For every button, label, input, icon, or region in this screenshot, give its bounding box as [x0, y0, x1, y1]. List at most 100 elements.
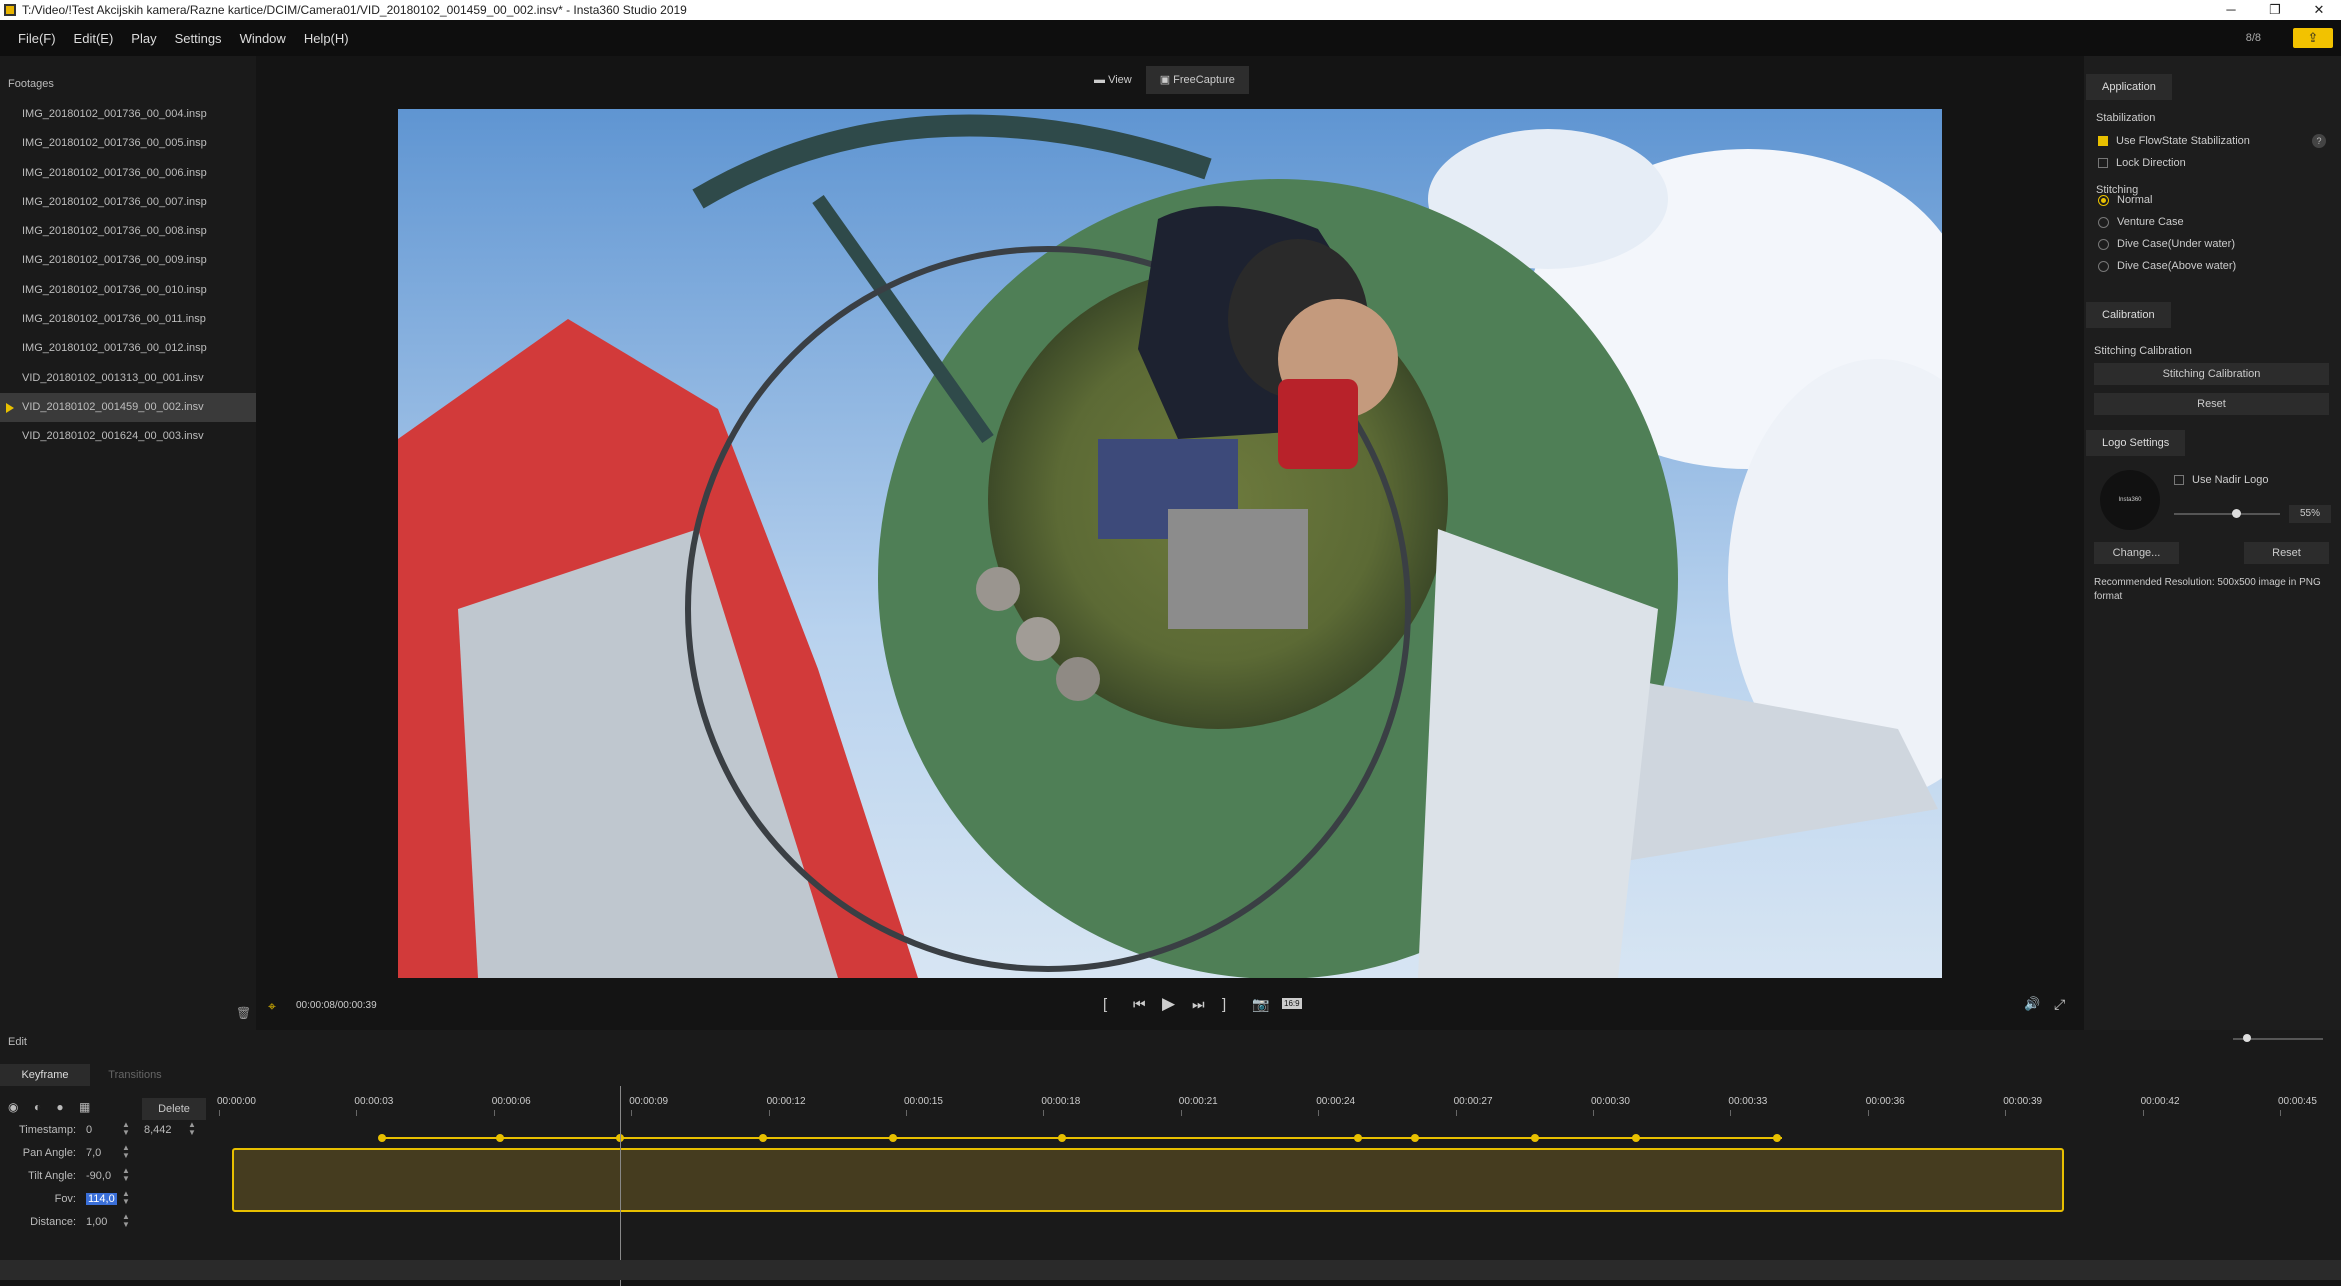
keyframe-marker[interactable]	[759, 1134, 767, 1142]
change-logo-button[interactable]: Change...	[2094, 542, 2179, 564]
timestamp-label: Timestamp:	[18, 1124, 76, 1136]
view-tabs: ▬ View ▣ FreeCapture	[1080, 66, 1249, 94]
fullscreen-icon[interactable]: ⤢	[2054, 996, 2065, 1013]
grid-icon[interactable]: ▦	[79, 1100, 90, 1114]
timestamp-spinner[interactable]: ▲ ▼	[122, 1121, 130, 1137]
footage-item[interactable]: IMG_20180102_001736_00_006.insp	[0, 159, 256, 188]
footage-name: IMG_20180102_001736_00_009.insp	[22, 254, 207, 267]
nadir-logo-checkbox[interactable]	[2174, 475, 2184, 486]
keyframe-marker[interactable]	[889, 1134, 897, 1142]
keyframe-marker[interactable]	[1632, 1134, 1640, 1142]
logo-opacity-knob[interactable]	[2232, 509, 2242, 518]
footage-item[interactable]: IMG_20180102_001736_00_004.insp	[0, 100, 256, 129]
timeline[interactable]: 00:00:00 00:00:03 00:00:06 00:00:09 00:00:12…	[212, 1086, 2341, 1286]
export-button[interactable]: ⇪	[2293, 28, 2333, 48]
time-tick	[1043, 1110, 1045, 1116]
stitching-option[interactable]: Venture Case	[2098, 216, 2184, 228]
menu-play[interactable]: Play	[131, 31, 156, 46]
video-clip[interactable]	[232, 1148, 2064, 1212]
mark-out-icon[interactable]: ]	[1222, 996, 1226, 1013]
tab-freecapture[interactable]: ▣ FreeCapture	[1145, 66, 1249, 94]
stitching-option[interactable]: Dive Case(Above water)	[2098, 260, 2236, 272]
trash-icon[interactable]: 🗑	[236, 1006, 251, 1020]
menu-window[interactable]: Window	[240, 31, 286, 46]
keyframe-marker[interactable]	[1058, 1134, 1066, 1142]
volume-icon[interactable]: 🔊	[2024, 996, 2040, 1012]
radio-button[interactable]	[2098, 216, 2109, 228]
footage-item[interactable]: VID_20180102_001459_00_002.insv	[0, 392, 256, 423]
pan-field[interactable]: 7,0	[86, 1147, 101, 1159]
lock-direction-option[interactable]: Lock Direction	[2098, 157, 2186, 169]
help-icon[interactable]: ?	[2312, 134, 2326, 148]
footage-item[interactable]: IMG_20180102_001736_00_011.insp	[0, 305, 256, 334]
footage-item[interactable]: IMG_20180102_001736_00_009.insp	[0, 246, 256, 275]
tab-logo-settings[interactable]: Logo Settings	[2086, 430, 2186, 456]
keyframe-marker[interactable]	[1411, 1134, 1419, 1142]
tilt-spinner[interactable]: ▲ ▼	[122, 1167, 130, 1183]
fov-field[interactable]: 114,0	[86, 1193, 117, 1205]
playhead[interactable]	[620, 1086, 621, 1286]
timeline-zoom-knob[interactable]	[2243, 1034, 2251, 1042]
restore-button[interactable]: ❐	[2253, 0, 2297, 20]
keyframe-marker[interactable]	[496, 1134, 504, 1142]
delete-keyframe-button[interactable]: Delete	[142, 1098, 206, 1120]
tilt-field[interactable]: -90,0	[86, 1170, 111, 1182]
radio-button[interactable]	[2098, 194, 2109, 206]
video-viewport[interactable]	[398, 109, 1942, 978]
footage-item[interactable]: VID_20180102_001624_00_003.insv	[0, 422, 256, 451]
eye-icon[interactable]: ◉	[8, 1100, 18, 1114]
calibration-reset-button[interactable]: Reset	[2094, 393, 2329, 415]
radio-button[interactable]	[2098, 260, 2109, 272]
footage-item[interactable]: IMG_20180102_001736_00_010.insp	[0, 276, 256, 305]
tab-application[interactable]: Application	[2086, 74, 2172, 100]
next-frame-icon[interactable]: ⏭	[1192, 996, 1205, 1013]
footage-item[interactable]: IMG_20180102_001736_00_012.insp	[0, 334, 256, 363]
footage-item[interactable]: IMG_20180102_001736_00_007.insp	[0, 188, 256, 217]
flowstate-checkbox[interactable]	[2098, 136, 2108, 147]
menu-edit[interactable]: Edit(E)	[74, 31, 114, 46]
nadir-logo-option[interactable]: Use Nadir Logo	[2174, 474, 2268, 486]
radio-button[interactable]	[2098, 238, 2109, 250]
lock-direction-checkbox[interactable]	[2098, 158, 2108, 169]
menu-file[interactable]: File(F)	[18, 31, 56, 46]
tab-calibration[interactable]: Calibration	[2086, 302, 2171, 328]
stitching-option[interactable]: Normal	[2098, 194, 2152, 206]
sphere-icon[interactable]: ●	[56, 1100, 63, 1114]
snapshot-icon[interactable]: 📷	[1252, 996, 1269, 1013]
keyframe-marker[interactable]	[378, 1134, 386, 1142]
timestamp-field[interactable]: 0	[86, 1124, 92, 1136]
mark-in-icon[interactable]: [	[1103, 996, 1107, 1013]
fov-spinner[interactable]: ▲ ▼	[122, 1190, 130, 1206]
menu-settings[interactable]: Settings	[175, 31, 222, 46]
distance-spinner[interactable]: ▲ ▼	[122, 1213, 130, 1229]
timestamp-field-2[interactable]: 8,442	[144, 1124, 172, 1136]
play-icon[interactable]: ▶	[1162, 994, 1175, 1014]
logo-opacity-slider[interactable]	[2174, 509, 2280, 518]
logo-opacity-value[interactable]: 55%	[2289, 505, 2331, 523]
stitching-calibration-button[interactable]: Stitching Calibration	[2094, 363, 2329, 385]
edit-area: Edit Keyframe Transitions ◉ ◐ ● ▦ Delete…	[0, 1030, 2341, 1286]
stitching-option[interactable]: Dive Case(Under water)	[2098, 238, 2235, 250]
tab-view[interactable]: ▬ View	[1080, 66, 1146, 94]
logo-reset-button[interactable]: Reset	[2244, 542, 2329, 564]
fisheye-icon[interactable]: ◐	[34, 1100, 41, 1114]
menu-help[interactable]: Help(H)	[304, 31, 349, 46]
keyframe-target-icon[interactable]: ⌖	[268, 998, 276, 1015]
footage-item[interactable]: IMG_20180102_001736_00_005.insp	[0, 129, 256, 158]
timeline-zoom-slider[interactable]	[2233, 1034, 2323, 1042]
close-button[interactable]: ✕	[2297, 0, 2341, 20]
flowstate-option[interactable]: Use FlowState Stabilization	[2098, 135, 2250, 147]
footage-item[interactable]: VID_20180102_001313_00_001.insv	[0, 364, 256, 393]
aspect-ratio-button[interactable]: 16:9	[1282, 998, 1302, 1009]
keyframe-marker[interactable]	[1773, 1134, 1781, 1142]
keyframe-marker[interactable]	[1531, 1134, 1539, 1142]
tab-transitions[interactable]: Transitions	[90, 1064, 180, 1086]
pan-spinner[interactable]: ▲ ▼	[122, 1144, 130, 1160]
minimize-button[interactable]: ─	[2209, 0, 2253, 20]
timestamp-spinner-2[interactable]: ▲ ▼	[188, 1121, 196, 1137]
keyframe-marker[interactable]	[1354, 1134, 1362, 1142]
prev-frame-icon[interactable]: ⏮	[1133, 996, 1146, 1013]
distance-field[interactable]: 1,00	[86, 1216, 107, 1228]
tab-keyframe[interactable]: Keyframe	[0, 1064, 90, 1086]
footage-item[interactable]: IMG_20180102_001736_00_008.insp	[0, 217, 256, 246]
